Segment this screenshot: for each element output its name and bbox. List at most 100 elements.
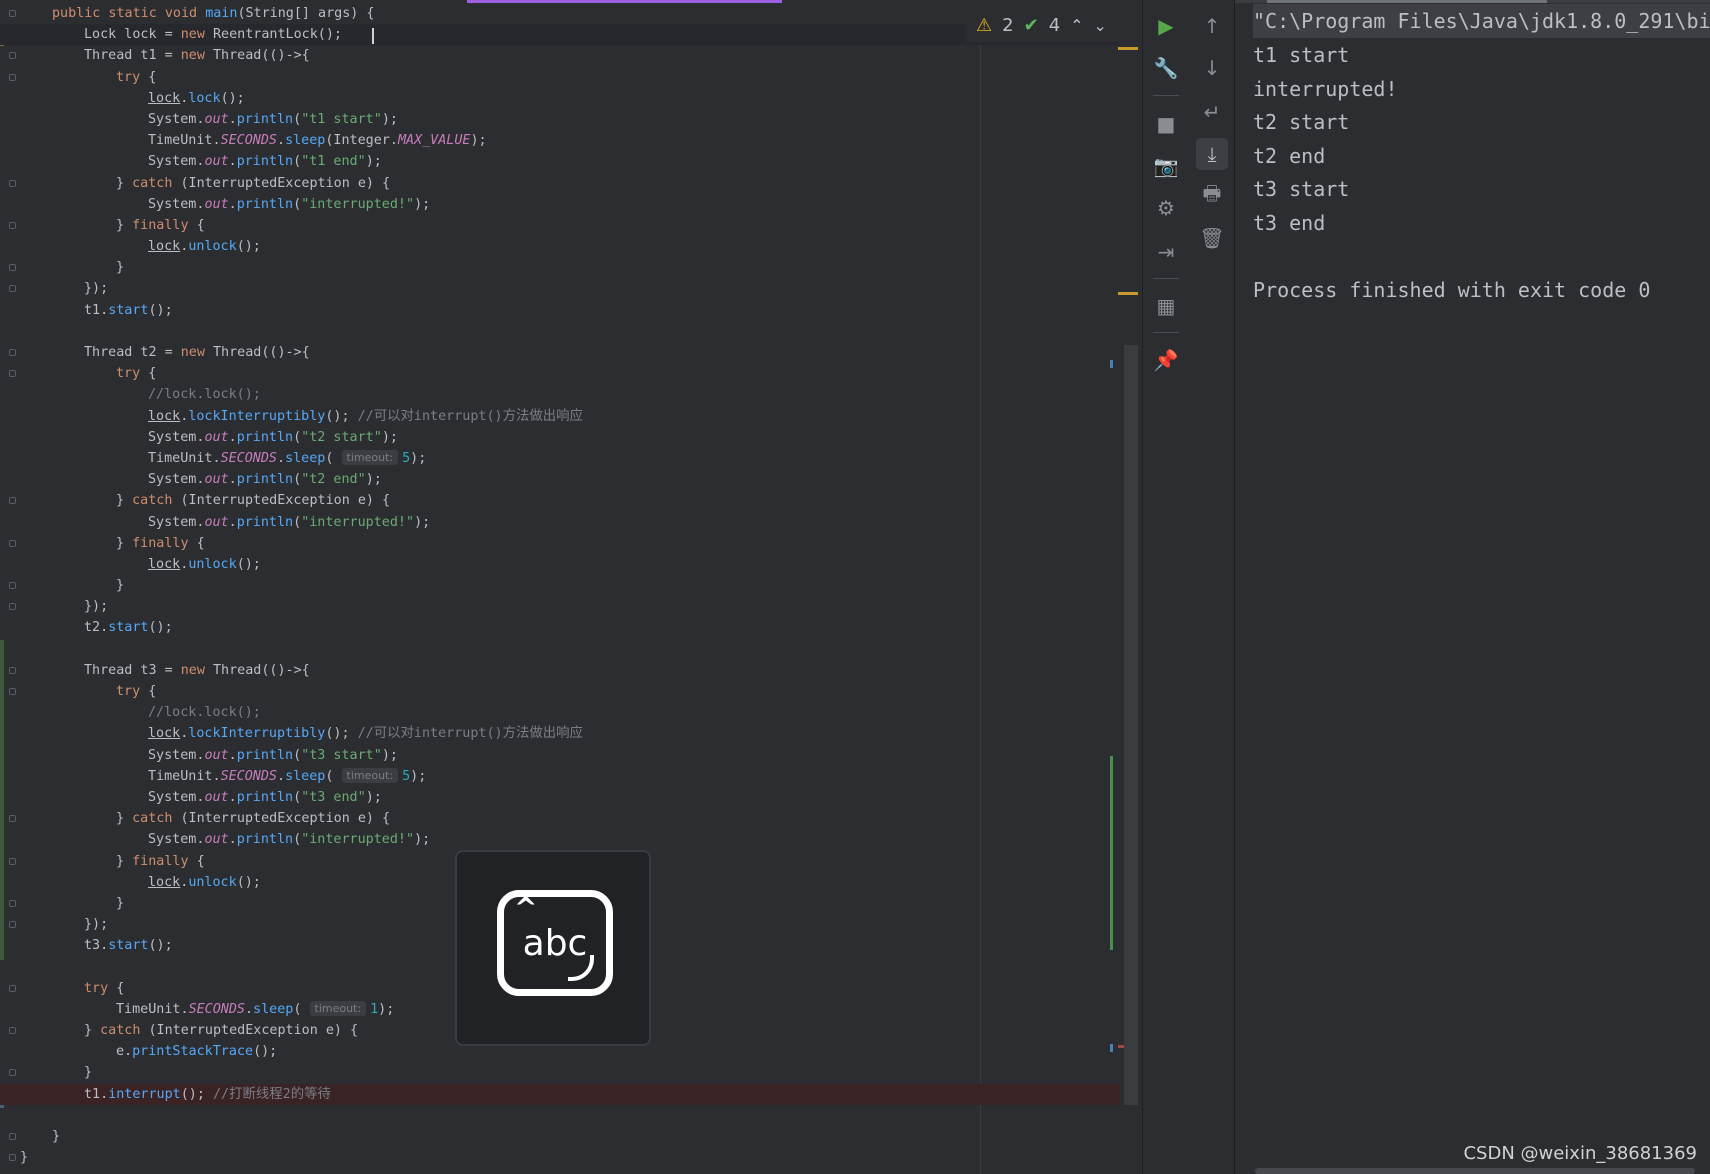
error-stripe-mark[interactable]	[1110, 360, 1113, 368]
code-line[interactable]: t1.start();	[0, 300, 1120, 321]
rerun-icon[interactable]: ▶	[1150, 10, 1182, 42]
console-top-scrollbar[interactable]	[1235, 0, 1710, 3]
code-line[interactable]: Thread t1 = new Thread(()->{	[0, 45, 1120, 66]
code-line[interactable]: });	[0, 278, 1120, 299]
layout-icon[interactable]: ▦	[1150, 290, 1182, 322]
debug-gear-icon[interactable]: ⚙	[1150, 192, 1182, 224]
code-line[interactable]: }	[0, 1062, 1120, 1083]
code-line[interactable]: lock.unlock();	[0, 554, 1120, 575]
fold-toggle-icon[interactable]	[9, 370, 16, 378]
error-stripe-mark[interactable]	[1118, 292, 1138, 295]
code-line[interactable]: System.out.println("t3 end");	[0, 787, 1120, 808]
code-line[interactable]: lock.unlock();	[0, 236, 1120, 257]
code-line[interactable]: lock.lockInterruptibly(); //可以对interrupt…	[0, 723, 1120, 744]
fold-toggle-icon[interactable]	[9, 497, 16, 505]
previous-highlight-icon[interactable]: ⌃	[1070, 16, 1083, 35]
code-line[interactable]: } catch (InterruptedException e) {	[0, 490, 1120, 511]
error-stripe-mark[interactable]	[1110, 1044, 1113, 1052]
code-line[interactable]: t2.start();	[0, 617, 1120, 638]
code-line[interactable]: System.out.println("interrupted!");	[0, 512, 1120, 533]
fold-toggle-icon[interactable]	[9, 52, 16, 60]
inspection-widget[interactable]: ⚠ 2 ✔ 4 ⌃ ⌄	[966, 8, 1142, 42]
code-line[interactable]: System.out.println("t1 end");	[0, 151, 1120, 172]
stop-icon[interactable]: ■	[1150, 108, 1182, 140]
console-command-line[interactable]: "C:\Program Files\Java\jdk1.8.0_291\bi	[1253, 4, 1710, 38]
fold-toggle-icon[interactable]	[9, 899, 16, 907]
fold-toggle-icon[interactable]	[9, 179, 16, 187]
code-line[interactable]: }	[0, 1126, 1120, 1147]
fold-toggle-icon[interactable]	[9, 539, 16, 547]
code-line[interactable]	[0, 1105, 1120, 1126]
code-line[interactable]: TimeUnit.SECONDS.sleep( timeout: 5);	[0, 766, 1120, 787]
fold-toggle-icon[interactable]	[9, 264, 16, 272]
code-line[interactable]: try {	[0, 67, 1120, 88]
ok-count[interactable]: 4	[1049, 15, 1060, 36]
code-line[interactable]: System.out.println("t2 end");	[0, 469, 1120, 490]
code-line[interactable]: }	[0, 1147, 1120, 1168]
code-line[interactable]: try {	[0, 363, 1120, 384]
error-stripe-mark[interactable]	[1118, 47, 1138, 50]
settings-wrench-icon[interactable]: 🔧	[1150, 52, 1182, 84]
fold-toggle-icon[interactable]	[9, 666, 16, 674]
fold-toggle-icon[interactable]	[9, 1069, 16, 1077]
fold-toggle-icon[interactable]	[9, 815, 16, 823]
code-line[interactable]	[0, 639, 1120, 660]
code-line[interactable]: } catch (InterruptedException e) {	[0, 173, 1120, 194]
fold-toggle-icon[interactable]	[9, 349, 16, 356]
editor-scrollbar[interactable]	[1124, 345, 1138, 1105]
fold-toggle-icon[interactable]	[9, 10, 16, 17]
fold-toggle-icon[interactable]	[9, 221, 16, 229]
code-line[interactable]: System.out.println("interrupted!");	[0, 194, 1120, 215]
code-line[interactable]: lock.lockInterruptibly(); //可以对interrupt…	[0, 406, 1120, 427]
code-line[interactable]: Thread t3 = new Thread(()->{	[0, 660, 1120, 681]
scroll-up-icon[interactable]: ↑	[1196, 10, 1228, 42]
code-line[interactable]: try {	[0, 681, 1120, 702]
fold-toggle-icon[interactable]	[9, 1132, 16, 1140]
code-line[interactable]: TimeUnit.SECONDS.sleep(Integer.MAX_VALUE…	[0, 130, 1120, 151]
scroll-down-icon[interactable]: ↓	[1196, 52, 1228, 84]
exit-to-icon[interactable]: ⇥	[1150, 236, 1182, 268]
code-line[interactable]: System.out.println("t2 start");	[0, 427, 1120, 448]
fold-toggle-icon[interactable]	[9, 285, 16, 293]
code-line[interactable]: System.out.println("t3 start");	[0, 745, 1120, 766]
run-console[interactable]: "C:\Program Files\Java\jdk1.8.0_291\bi t1…	[1234, 0, 1710, 1174]
code-line[interactable]: Lock lock = new ReentrantLock();	[0, 24, 1120, 46]
pin-icon[interactable]: 📌	[1150, 344, 1182, 376]
code-editor[interactable]: public static void main(String[] args) {…	[0, 0, 1142, 1174]
fold-toggle-icon[interactable]	[9, 73, 16, 81]
snapshot-camera-icon[interactable]: 📷	[1150, 150, 1182, 182]
scroll-thumb[interactable]	[1267, 0, 1547, 3]
warning-count[interactable]: 2	[1002, 15, 1013, 36]
code-line[interactable]: } finally {	[0, 533, 1120, 554]
code-line[interactable]	[0, 321, 1120, 342]
console-horizontal-scrollbar[interactable]	[1255, 1168, 1695, 1174]
next-highlight-icon[interactable]: ⌄	[1094, 16, 1107, 35]
trash-icon[interactable]: 🗑	[1196, 222, 1228, 254]
code-line[interactable]: lock.lock();	[0, 88, 1120, 109]
fold-toggle-icon[interactable]	[9, 1027, 16, 1034]
print-icon[interactable]: 🖶	[1196, 180, 1228, 212]
code-line[interactable]: t1.interrupt(); //打断线程2的等待	[0, 1083, 1120, 1105]
error-stripe-mark[interactable]	[1110, 756, 1113, 950]
fold-toggle-icon[interactable]	[9, 582, 16, 590]
soft-wrap-icon[interactable]: ↵	[1196, 96, 1228, 128]
code-line[interactable]: });	[0, 596, 1120, 617]
code-line[interactable]: Thread t2 = new Thread(()->{	[0, 342, 1120, 363]
fold-toggle-icon[interactable]	[9, 984, 16, 992]
code-line[interactable]: public static void main(String[] args) {	[0, 3, 1120, 24]
code-line[interactable]: }	[0, 575, 1120, 596]
code-line[interactable]: TimeUnit.SECONDS.sleep( timeout: 5);	[0, 448, 1120, 469]
fold-toggle-icon[interactable]	[9, 688, 16, 695]
code-line[interactable]: } catch (InterruptedException e) {	[0, 808, 1120, 829]
fold-toggle-icon[interactable]	[9, 603, 16, 611]
code-line[interactable]: } finally {	[0, 215, 1120, 236]
code-line[interactable]: System.out.println("t1 start");	[0, 109, 1120, 130]
code-line[interactable]: //lock.lock();	[0, 384, 1120, 405]
fold-toggle-icon[interactable]	[9, 921, 16, 929]
fold-toggle-icon[interactable]	[9, 857, 16, 865]
code-line[interactable]: }	[0, 257, 1120, 278]
code-line[interactable]: System.out.println("interrupted!");	[0, 829, 1120, 850]
scroll-to-end-icon[interactable]: ⤓	[1196, 138, 1228, 170]
code-line[interactable]: //lock.lock();	[0, 702, 1120, 723]
fold-toggle-icon[interactable]	[9, 1154, 16, 1162]
